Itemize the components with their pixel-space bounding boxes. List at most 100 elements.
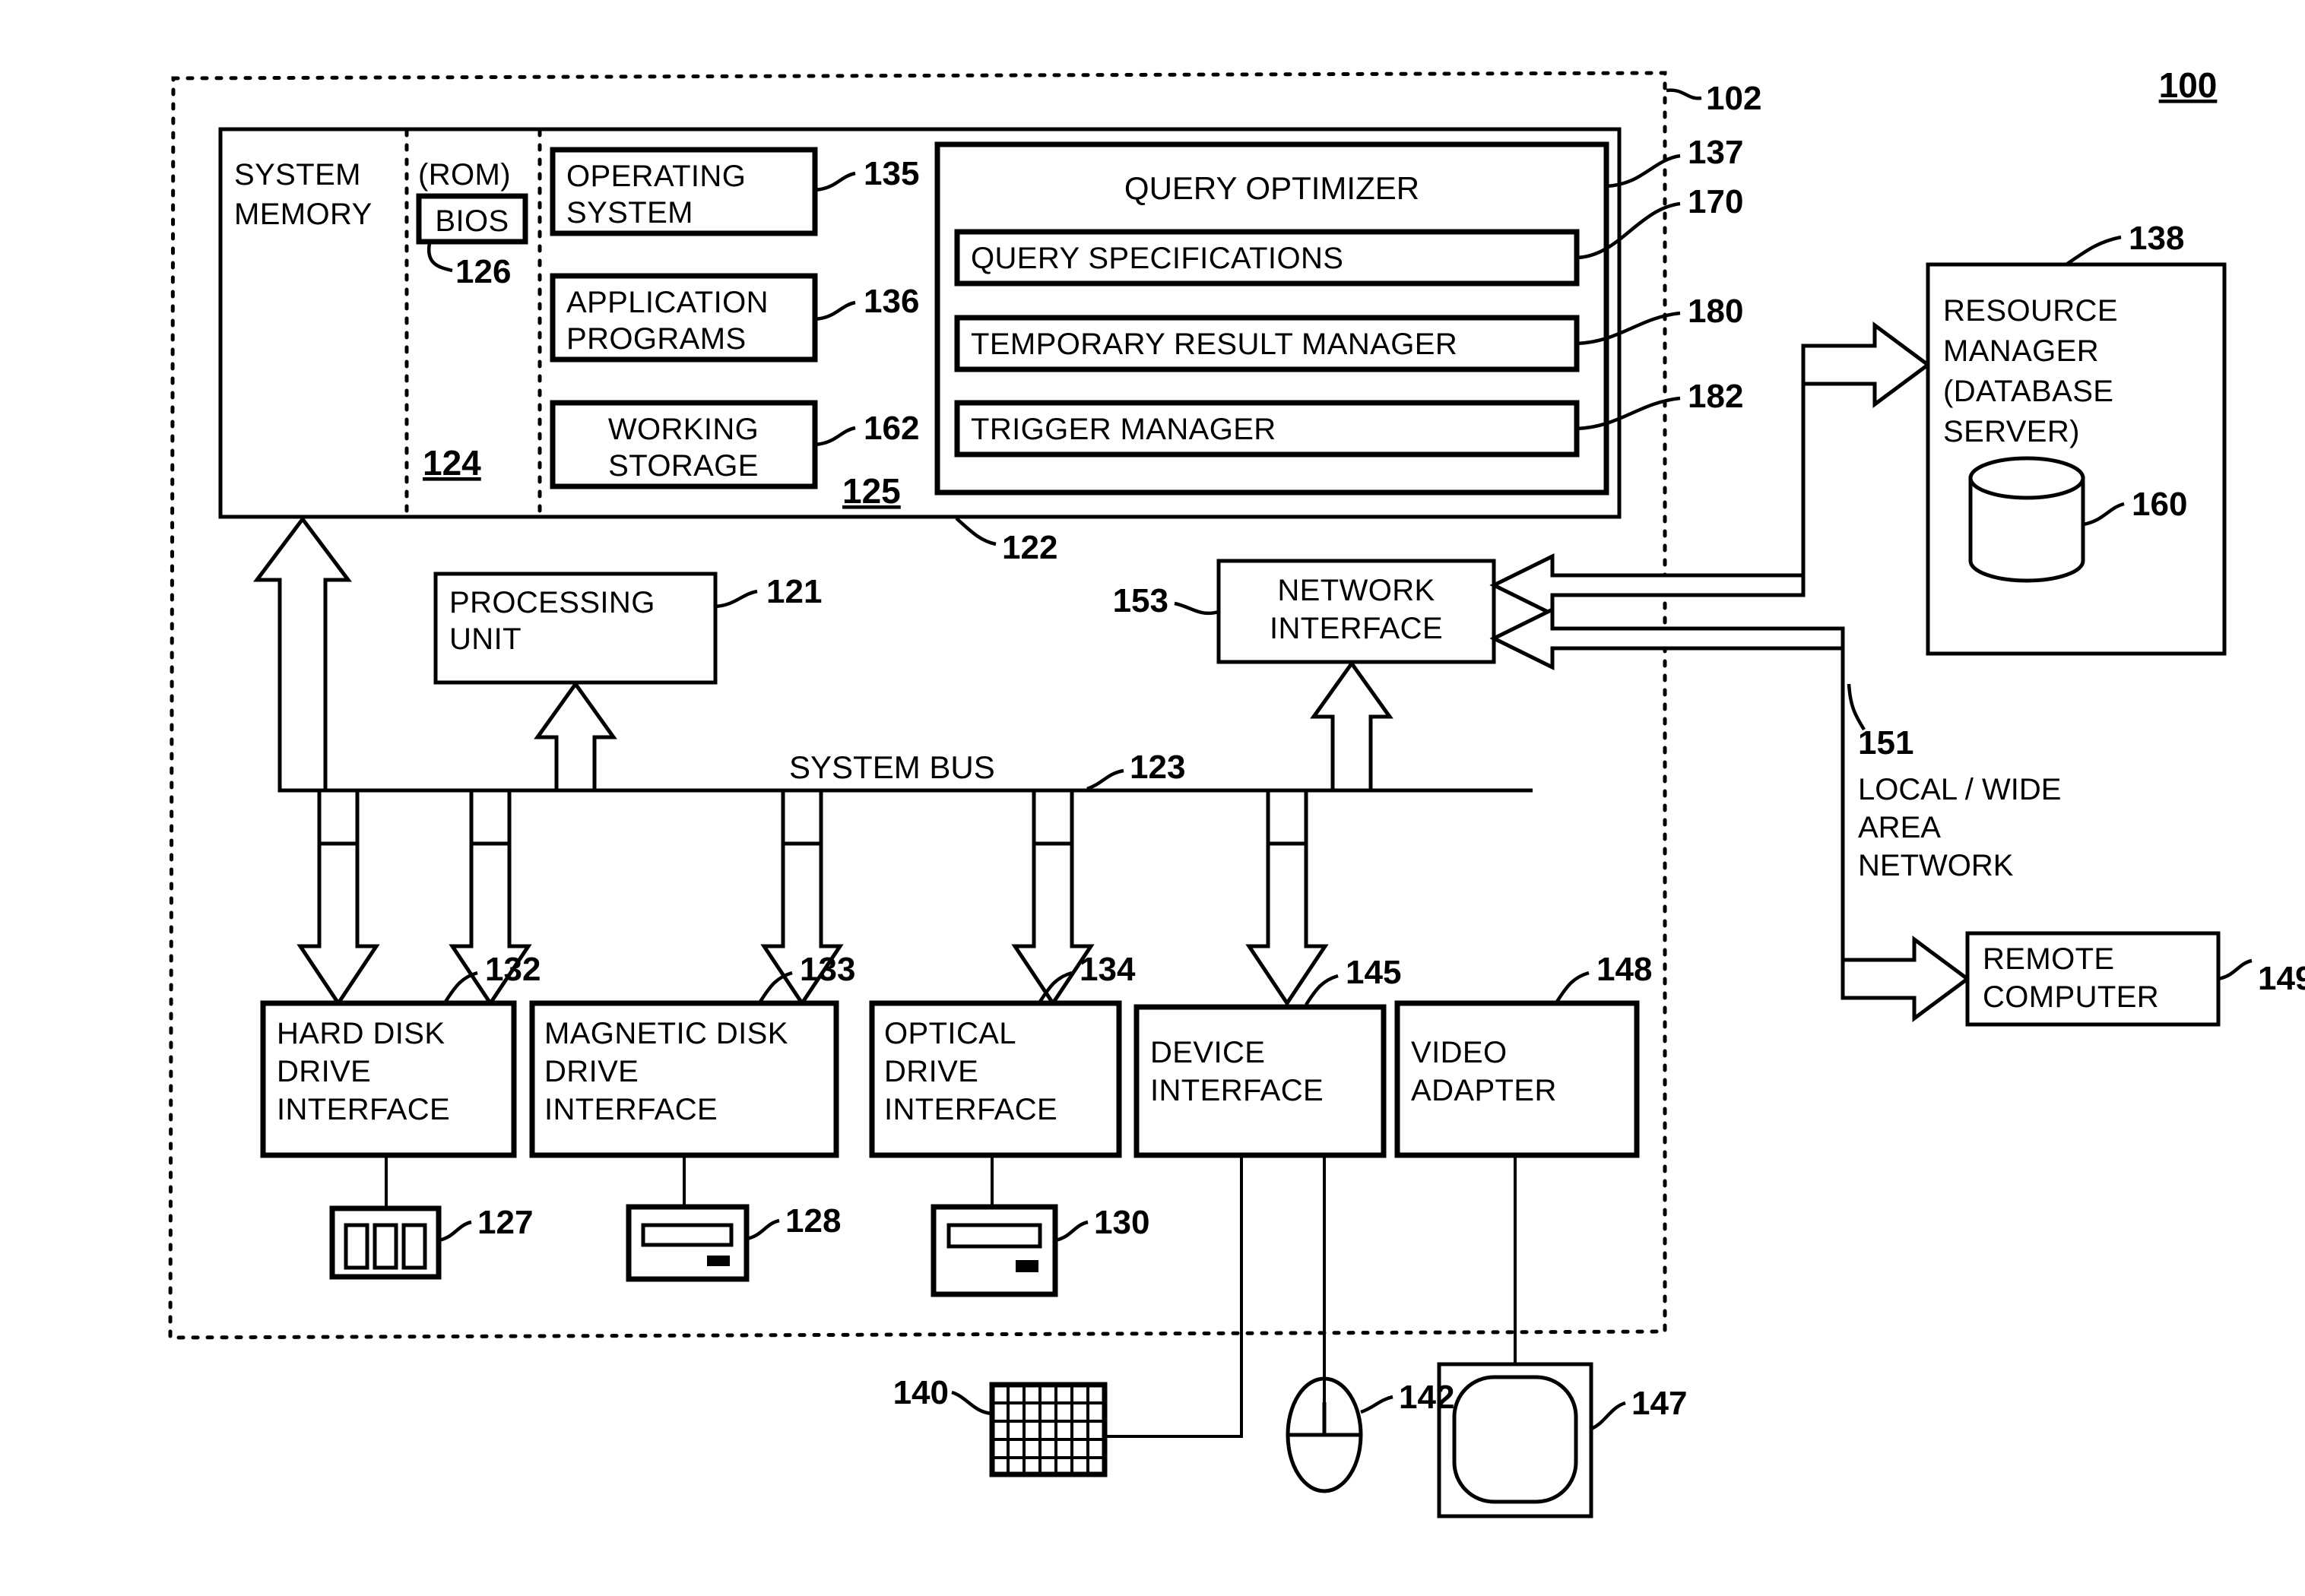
network-line2: AREA bbox=[1858, 811, 1941, 844]
keyboard-wire bbox=[1104, 1155, 1243, 1438]
system-memory-leader bbox=[955, 517, 997, 546]
temporary-result-manager-ref: 180 bbox=[1688, 293, 1743, 330]
hard-disk-drive-interface-line2: DRIVE bbox=[277, 1055, 371, 1088]
computer-boundary-leader bbox=[1666, 88, 1702, 100]
monitor-icon-leader bbox=[1590, 1401, 1626, 1431]
monitor-icon-ref: 147 bbox=[1631, 1385, 1687, 1422]
optical-drive-interface-line2: DRIVE bbox=[884, 1055, 978, 1088]
resource-manager-to-ni-arrow bbox=[1489, 553, 1806, 618]
query-specifications-label: QUERY SPECIFICATIONS bbox=[971, 242, 1343, 275]
optical-disk-icon-group bbox=[931, 1204, 1058, 1297]
system-bus-leader bbox=[1086, 768, 1124, 791]
network-interface-ref: 153 bbox=[1113, 582, 1168, 619]
ni-to-remote-computer-arrow bbox=[1841, 936, 1971, 1022]
optical-drive-interface-line3: INTERFACE bbox=[884, 1093, 1057, 1126]
resource-manager-line4: SERVER) bbox=[1943, 415, 2080, 448]
hard-disk-icon-leader bbox=[438, 1220, 472, 1243]
operating-system-line2: SYSTEM bbox=[566, 196, 693, 230]
ni-to-resource-manager-arrow bbox=[1801, 321, 1932, 408]
ram-ref: 125 bbox=[842, 471, 901, 511]
keyboard-icon-ref: 140 bbox=[893, 1374, 949, 1411]
video-adapter-leader bbox=[1555, 971, 1590, 1003]
hard-disk-drive-interface-line1: HARD DISK bbox=[277, 1017, 445, 1050]
processing-unit-bus-arrow bbox=[534, 680, 617, 793]
operating-system-ref: 135 bbox=[864, 155, 919, 192]
network-line3: NETWORK bbox=[1858, 849, 2014, 882]
video-adapter-line1: VIDEO bbox=[1411, 1036, 1507, 1069]
remote-computer-line2: COMPUTER bbox=[1983, 980, 2159, 1014]
memory-bus-arrow bbox=[253, 515, 352, 793]
computer-boundary-ref: 102 bbox=[1706, 80, 1761, 117]
processing-unit-ref: 121 bbox=[766, 573, 822, 610]
application-programs-line2: PROGRAMS bbox=[566, 322, 747, 356]
magnetic-disk-drive-interface-line3: INTERFACE bbox=[544, 1093, 718, 1126]
device-interface-leader bbox=[1305, 974, 1339, 1006]
processing-unit-line1: PROCESSING bbox=[449, 586, 655, 619]
optical-disk-icon-ref: 130 bbox=[1094, 1204, 1149, 1241]
operating-system-line1: OPERATING bbox=[566, 160, 746, 193]
hard-disk-drive-interface-line3: INTERFACE bbox=[277, 1093, 450, 1126]
magnetic-disk-drive-interface-line1: MAGNETIC DISK bbox=[544, 1017, 788, 1050]
processing-unit-leader bbox=[715, 589, 758, 609]
device-interface-line2: INTERFACE bbox=[1150, 1074, 1324, 1107]
network-ref: 151 bbox=[1858, 724, 1913, 762]
monitor-icon-group bbox=[1437, 1362, 1593, 1518]
temporary-result-manager-label: TEMPORARY RESULT MANAGER bbox=[971, 328, 1457, 361]
remote-computer-ref: 149 bbox=[2258, 960, 2305, 997]
remote-computer-to-ni-arrow bbox=[1489, 606, 1845, 671]
query-optimizer-ref: 137 bbox=[1688, 134, 1743, 171]
optical-disk-icon-leader bbox=[1054, 1220, 1089, 1243]
system-memory-ref: 122 bbox=[1002, 529, 1057, 566]
bus-to-hard-disk-arrow bbox=[296, 841, 380, 1007]
query-specifications-ref: 170 bbox=[1688, 183, 1743, 220]
network-interface-bus-arrow bbox=[1310, 660, 1393, 793]
video-adapter-line2: ADAPTER bbox=[1411, 1074, 1557, 1107]
system-bus-ref: 123 bbox=[1130, 749, 1185, 786]
trigger-manager-label: TRIGGER MANAGER bbox=[971, 413, 1276, 446]
magnetic-disk-icon-leader bbox=[746, 1218, 780, 1241]
network-interface-leader bbox=[1174, 601, 1219, 616]
remote-computer-line1: REMOTE bbox=[1983, 942, 2115, 976]
bios-ref: 126 bbox=[455, 253, 511, 290]
resource-manager-leader bbox=[2065, 235, 2122, 266]
remote-computer-leader bbox=[2218, 958, 2253, 981]
application-programs-ref: 136 bbox=[864, 283, 919, 320]
bios-label: BIOS bbox=[435, 204, 509, 238]
system-memory-title-line2: MEMORY bbox=[234, 198, 373, 231]
working-storage-line2: STORAGE bbox=[608, 449, 759, 483]
device-interface-line1: DEVICE bbox=[1150, 1036, 1265, 1069]
magnetic-disk-drive-interface-line2: DRIVE bbox=[544, 1055, 639, 1088]
rom-label: (ROM) bbox=[418, 158, 511, 192]
rom-ref: 124 bbox=[423, 443, 481, 483]
application-programs-line1: APPLICATION bbox=[566, 286, 769, 319]
hard-disk-drive-interface-ref: 132 bbox=[485, 951, 541, 988]
video-adapter-ref: 148 bbox=[1596, 951, 1652, 988]
system-bus-label: SYSTEM BUS bbox=[789, 749, 995, 785]
system-memory-title-line1: SYSTEM bbox=[234, 158, 361, 192]
resource-manager-line3: (DATABASE bbox=[1943, 375, 2113, 408]
figure-number: 100 bbox=[2159, 65, 2218, 105]
mouse-icon-ref: 142 bbox=[1399, 1379, 1454, 1416]
working-storage-ref: 162 bbox=[864, 410, 919, 447]
optical-drive-interface-ref: 134 bbox=[1080, 951, 1136, 988]
query-optimizer-title: QUERY OPTIMIZER bbox=[1124, 170, 1419, 206]
database-cylinder-icon bbox=[1968, 456, 2085, 583]
patent-figure-root: 100 102 SYSTEM MEMORY (ROM) BIOS 126 124… bbox=[0, 0, 2305, 1596]
resource-manager-line1: RESOURCE bbox=[1943, 294, 2118, 328]
magnetic-disk-icon-group bbox=[626, 1204, 750, 1282]
database-cylinder-ref: 160 bbox=[2132, 486, 2187, 523]
network-interface-line2: INTERFACE bbox=[1270, 612, 1443, 645]
network-label-leader bbox=[1847, 683, 1866, 731]
keyboard-icon-group bbox=[989, 1382, 1108, 1477]
working-storage-line1: WORKING bbox=[608, 413, 759, 446]
resource-manager-ref: 138 bbox=[2129, 220, 2184, 257]
device-interface-ref: 145 bbox=[1346, 954, 1401, 991]
keyboard-icon-leader bbox=[951, 1390, 993, 1416]
magnetic-disk-drive-interface-ref: 133 bbox=[800, 951, 855, 988]
processing-unit-line2: UNIT bbox=[449, 622, 522, 656]
hard-disk-icon-ref: 127 bbox=[477, 1204, 533, 1241]
bus-to-video-adapter-arrow bbox=[1245, 841, 1329, 1007]
trigger-manager-ref: 182 bbox=[1688, 378, 1743, 415]
mouse-icon-leader bbox=[1360, 1395, 1393, 1414]
network-interface-line1: NETWORK bbox=[1277, 574, 1435, 607]
